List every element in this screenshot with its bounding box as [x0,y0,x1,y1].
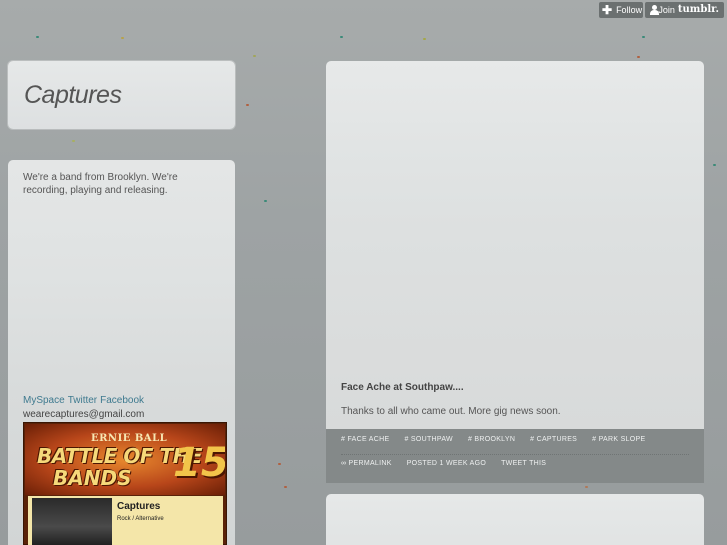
battle-of-the-bands-banner[interactable]: ERNIE BALL BATTLE OF THE BANDS 15 Captur… [23,422,227,545]
confetti-speck [246,104,249,106]
facebook-link[interactable]: Facebook [100,395,144,406]
permalink-link[interactable]: ∞ PERMALINK [341,460,392,467]
twitter-link[interactable]: Twitter [68,395,97,406]
confetti-speck [121,37,124,39]
tag-link[interactable]: # BROOKLYN [468,436,515,443]
confetti-speck [72,140,75,142]
confetti-speck [253,55,256,57]
banner-line-2: BANDS [53,466,132,490]
join-tumblr-button[interactable]: Join tumblr. [645,2,724,18]
confetti-speck [36,36,39,38]
post-timestamp[interactable]: POSTED 1 WEEK AGO [407,460,486,467]
post-footer: # FACE ACHE # SOUTHPAW # BROOKLYN # CAPT… [326,429,704,483]
post-body: Thanks to all who came out. More gig new… [341,406,561,417]
confetti-speck [423,38,426,40]
post-tags: # FACE ACHE # SOUTHPAW # BROOKLYN # CAPT… [341,436,660,443]
tag-link[interactable]: # CAPTURES [530,436,577,443]
post-title: Face Ache at Southpaw.... [341,382,464,393]
band-genre: Rock / Alternative [117,516,164,522]
confetti-speck [340,36,343,38]
myspace-link[interactable]: MySpace [23,395,65,406]
confetti-speck [642,36,645,38]
sidebar-panel: We're a band from Brooklyn. We're record… [8,160,235,545]
post-panel: Face Ache at Southpaw.... Thanks to all … [326,61,704,483]
banner-band-card: Captures Rock / Alternative [28,496,223,545]
banner-header: ERNIE BALL BATTLE OF THE BANDS 15 [25,424,225,495]
confetti-speck [637,56,640,58]
ernie-ball-logo: ERNIE BALL [91,433,168,444]
confetti-speck [284,486,287,488]
social-links: MySpace Twitter Facebook [23,395,147,406]
tumblr-brand: tumblr. [677,4,719,15]
tweet-this-link[interactable]: TWEET THIS [501,460,546,467]
confetti-speck [278,463,281,465]
tag-link[interactable]: # SOUTHPAW [404,436,453,443]
band-name: Captures [117,501,161,512]
band-photo [32,498,112,545]
contact-email: wearecaptures@gmail.com [23,409,145,420]
tag-link[interactable]: # PARK SLOPE [592,436,645,443]
blog-title[interactable]: Captures [24,81,122,110]
blog-description: We're a band from Brooklyn. We're record… [23,172,178,196]
confetti-speck [264,200,267,202]
join-label: Join [658,5,675,15]
confetti-speck [585,486,588,488]
banner-number: 15 [173,440,225,486]
footer-divider [341,454,689,455]
confetti-speck [713,164,716,166]
title-panel: Captures [8,61,235,129]
follow-button[interactable]: ✚ Follow [599,2,643,18]
follow-label: Follow [616,5,643,15]
post-meta: ∞ PERMALINK POSTED 1 WEEK AGO TWEET THIS [341,460,561,467]
next-post-panel [326,494,704,545]
plus-icon: ✚ [602,3,613,17]
user-icon [650,5,661,15]
tag-link[interactable]: # FACE ACHE [341,436,389,443]
